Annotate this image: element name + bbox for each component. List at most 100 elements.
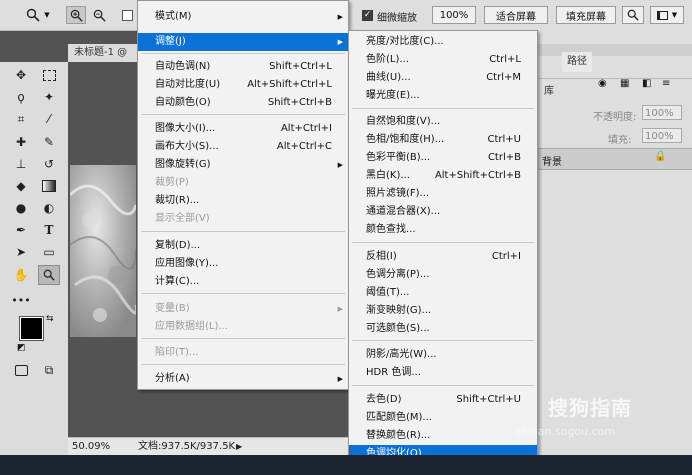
gradient-tool-icon[interactable] [38,176,60,196]
resize-windows-checkbox[interactable] [122,10,133,21]
menu-separator [141,293,345,294]
default-colors-icon[interactable]: ◩ [17,343,26,353]
fill-field[interactable]: 100% [642,128,682,143]
adjust-icon[interactable]: ◉ [598,78,607,89]
swap-colors-icon[interactable]: ⇆ [46,314,54,324]
mask-icon[interactable]: ◧ [642,78,651,89]
tab-paths[interactable]: 路径 [562,52,592,72]
menu-item[interactable]: 反相(I) Ctrl+I [349,248,537,266]
zoom-out-button[interactable] [89,6,109,24]
fit-screen-button[interactable]: 适合屏幕 [484,6,548,24]
more-tools-icon[interactable]: ••• [10,290,32,310]
menu-item[interactable]: 计算(C)... [138,273,348,291]
menu-item-label: 复制(D)... [155,240,201,251]
tab-library[interactable]: 库 [538,82,560,102]
menu-item-shortcut: Ctrl+L [489,54,521,65]
menu-item[interactable]: 阴影/高光(W)... [349,346,537,364]
menu-item[interactable]: 自动色调(N) Shift+Ctrl+L [138,58,348,76]
menu-item[interactable]: 黑白(K)... Alt+Shift+Ctrl+B [349,167,537,185]
grid-icon[interactable]: ▦ [620,78,629,89]
screen-mode-icon[interactable]: ⧉ [38,360,60,380]
workspace-switcher[interactable]: ▼ [650,6,684,24]
menu-item-label: 自动色调(N) [155,61,211,72]
clone-stamp-tool-icon[interactable]: ⊥ [10,154,32,174]
rectangle-tool-icon[interactable]: ▭ [38,242,60,262]
menu-item[interactable]: 色相/饱和度(H)... Ctrl+U [349,131,537,149]
marquee-tool-icon[interactable] [38,65,60,85]
menu-item[interactable]: 调整(J) ▶ [138,33,348,51]
menu-item[interactable]: 画布大小(S)... Alt+Ctrl+C [138,138,348,156]
menu-item[interactable]: 渐变映射(G)... [349,302,537,320]
menu-item-shortcut: Ctrl+M [486,72,521,83]
menu-item[interactable]: 自然饱和度(V)... [349,113,537,131]
image-menu: 模式(M) ▶ 调整(J) ▶ 自动色调(N) Shift+Ctrl+L 自动对比度(U) A… [137,0,349,390]
menu-item[interactable]: 裁切(R)... [138,192,348,210]
opacity-field[interactable]: 100% [642,105,682,120]
menu-item[interactable]: 通道混合器(X)... [349,203,537,221]
menu-item[interactable]: 色阶(L)... Ctrl+L [349,51,537,69]
type-tool-icon[interactable]: T [38,220,60,240]
magic-wand-tool-icon[interactable]: ✦ [38,87,60,107]
document-canvas[interactable] [70,165,136,337]
pen-tool-icon[interactable]: ✒ [10,220,32,240]
menu-item[interactable]: 亮度/对比度(C)... [349,33,537,51]
layer-row[interactable]: 背景 🔒 [538,148,692,170]
fill-screen-button[interactable]: 填充屏幕 [556,6,616,24]
status-menu-arrow-icon[interactable]: ▶ [236,438,242,456]
dodge-tool-icon[interactable]: ◐ [38,198,60,218]
menu-item[interactable]: HDR 色调... [349,364,537,382]
crop-tool-icon[interactable]: ⌗ [10,109,32,129]
doc-info: 文档:937.5K/937.5K [138,441,236,452]
menu-item[interactable]: 分析(A) ▶ [138,370,348,388]
menu-icon[interactable]: ≡ [662,78,670,89]
search-button[interactable] [622,6,644,24]
eraser-tool-icon[interactable]: ◆ [10,176,32,196]
menu-item-shortcut: Alt+Shift+Ctrl+L [247,79,332,90]
menu-item[interactable]: 复制(D)... [138,237,348,255]
eyedropper-tool-icon[interactable]: ⁄ [38,109,60,129]
watermark-brand: 搜狗指南 [548,396,632,420]
menu-item-label: 替换颜色(R)... [366,430,431,441]
history-brush-tool-icon[interactable]: ↺ [38,154,60,174]
menu-item[interactable]: 自动对比度(U) Alt+Shift+Ctrl+L [138,76,348,94]
menu-item-label: 自然饱和度(V)... [366,116,441,127]
menu-item[interactable]: 曲线(U)... Ctrl+M [349,69,537,87]
menu-item[interactable]: 可选颜色(S)... [349,320,537,338]
zoom-100-button[interactable]: 100% [432,6,476,24]
zoom-tool-preset[interactable]: ▼ [22,6,54,24]
menu-item[interactable]: 匹配颜色(M)... [349,409,537,427]
brush-tool-icon[interactable]: ✎ [38,132,60,152]
menu-item[interactable]: 自动颜色(O) Shift+Ctrl+B [138,94,348,112]
menu-item[interactable]: 色调分离(P)... [349,266,537,284]
zoom-tool-icon[interactable] [38,265,60,285]
menu-item-label: 曝光度(E)... [366,90,420,101]
menu-item[interactable]: 图像旋转(G) ▶ [138,156,348,174]
zoom-in-button[interactable] [66,6,86,24]
foreground-color-swatch[interactable] [19,316,44,341]
lasso-tool-icon[interactable]: ϙ [10,87,32,107]
move-tool-icon[interactable]: ✥ [10,65,32,85]
menu-item[interactable]: 模式(M) ▶ [138,8,348,26]
menu-item[interactable]: 图像大小(I)... Alt+Ctrl+I [138,120,348,138]
zoom-level[interactable]: 50.09% [72,438,110,456]
submenu-arrow-icon: ▶ [337,38,343,46]
blur-tool-icon[interactable]: ● [10,198,32,218]
path-selection-tool-icon[interactable]: ➤ [10,242,32,262]
menu-item[interactable]: 替换颜色(R)... [349,427,537,445]
menu-item[interactable]: 曝光度(E)... [349,87,537,105]
taskbar [0,455,692,475]
menu-separator [141,338,345,339]
menu-item[interactable]: 照片滤镜(F)... [349,185,537,203]
menu-item-label: 渐变映射(G)... [366,305,432,316]
document-tab[interactable]: 未标题-1 @ [68,44,138,62]
menu-item-label: 陷印(T)... [155,347,199,358]
menu-item[interactable]: 色彩平衡(B)... Ctrl+B [349,149,537,167]
menu-item[interactable]: 颜色查找... [349,221,537,239]
scrubby-zoom-checkbox[interactable]: ✓ [362,10,373,21]
menu-item[interactable]: 应用图像(Y)... [138,255,348,273]
quick-mask-icon[interactable] [10,360,32,380]
hand-tool-icon[interactable]: ✋ [10,265,32,285]
menu-item[interactable]: 阈值(T)... [349,284,537,302]
healing-brush-tool-icon[interactable]: ✚ [10,132,32,152]
menu-item[interactable]: 去色(D) Shift+Ctrl+U [349,391,537,409]
